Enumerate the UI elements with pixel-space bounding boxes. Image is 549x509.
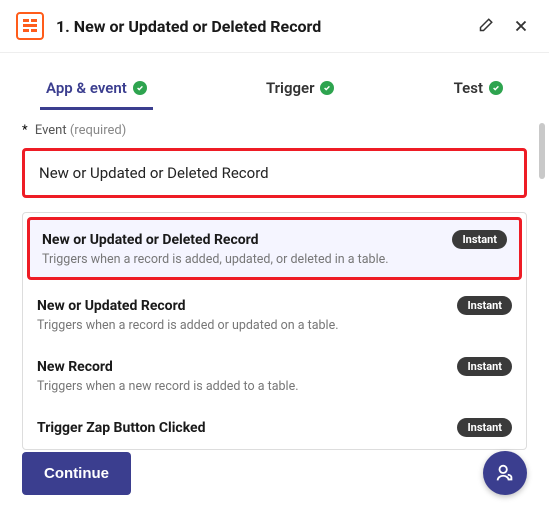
tab-label: Test (454, 79, 483, 97)
check-icon (320, 81, 334, 95)
option-desc: Triggers when a record is added or updat… (37, 318, 512, 333)
event-select[interactable]: New or Updated or Deleted Record (22, 148, 527, 198)
option-title: New or Updated or Deleted Record (42, 232, 259, 248)
footer: Continue (0, 451, 549, 495)
option-desc: Triggers when a new record is added to a… (37, 379, 512, 394)
tab-test[interactable]: Test (448, 71, 509, 109)
instant-badge: Instant (457, 418, 512, 437)
option-title: New or Updated Record (37, 298, 185, 314)
check-icon (489, 81, 503, 95)
continue-button[interactable]: Continue (22, 452, 131, 495)
scrollbar-thumb[interactable] (539, 123, 545, 179)
instant-badge: Instant (452, 230, 507, 249)
page-title: 1. New or Updated or Deleted Record (56, 17, 461, 36)
required-text: (required) (70, 123, 126, 138)
content-area: * Event (required) New or Updated or Del… (0, 109, 549, 409)
field-label: * Event (required) (22, 123, 527, 138)
option-title: New Record (37, 359, 113, 375)
tabs: App & event Trigger Test (0, 71, 549, 109)
tab-app-event[interactable]: App & event (40, 71, 153, 109)
tab-label: Trigger (266, 79, 315, 97)
option-desc: Triggers when a record is added, updated… (42, 252, 507, 267)
edit-icon[interactable] (473, 14, 497, 38)
check-icon (133, 81, 147, 95)
instant-badge: Instant (457, 357, 512, 376)
required-star: * (22, 123, 28, 138)
dropdown-option[interactable]: Trigger Zap Button Clicked Instant (23, 406, 526, 449)
header: 1. New or Updated or Deleted Record (0, 0, 549, 53)
close-icon[interactable] (509, 14, 533, 38)
dropdown-option[interactable]: New or Updated Record Instant Triggers w… (23, 284, 526, 345)
selected-value: New or Updated or Deleted Record (39, 164, 269, 182)
app-logo-icon (16, 12, 44, 40)
help-fab[interactable] (483, 451, 527, 495)
event-dropdown: New or Updated or Deleted Record Instant… (22, 212, 527, 450)
dropdown-option[interactable]: New Record Instant Triggers when a new r… (23, 345, 526, 406)
field-name: Event (35, 123, 67, 138)
scrollbar[interactable] (537, 123, 545, 409)
tab-label: App & event (46, 79, 127, 97)
option-title: Trigger Zap Button Clicked (37, 420, 206, 436)
tab-trigger[interactable]: Trigger (260, 71, 341, 109)
instant-badge: Instant (457, 296, 512, 315)
dropdown-option[interactable]: New or Updated or Deleted Record Instant… (27, 217, 522, 280)
